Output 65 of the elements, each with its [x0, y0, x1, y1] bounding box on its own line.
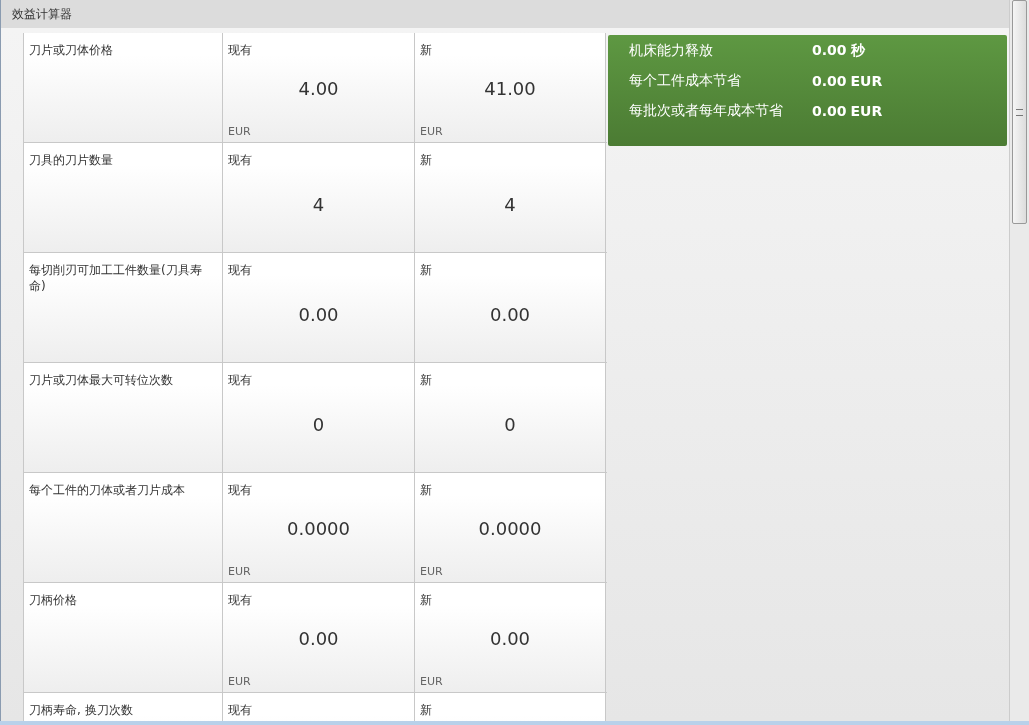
column-label: 新 — [420, 482, 433, 499]
value-text: 0.00 — [298, 627, 339, 649]
summary-value: 0.00 — [812, 42, 847, 58]
input-cell[interactable]: 新 4 — [415, 143, 606, 252]
input-cell[interactable]: 新 0 — [415, 363, 606, 472]
input-cell[interactable]: 现有 4 — [223, 143, 415, 252]
row-label: 每个工件的刀体或者刀片成本 — [24, 473, 223, 582]
unit-label: EUR — [420, 565, 444, 578]
input-cell[interactable]: 新 0.00 — [415, 253, 606, 362]
value-text: 4 — [312, 194, 325, 215]
value-text: 0.00 — [489, 627, 531, 649]
value-text: 4 — [504, 194, 516, 215]
input-cell[interactable]: 新 — [415, 693, 606, 721]
row-label: 刀柄寿命, 换刀次数 — [24, 693, 223, 721]
unit-label: EUR — [228, 675, 252, 688]
value-text: 0.0000 — [287, 517, 350, 539]
row-label: 刀具的刀片数量 — [24, 143, 223, 252]
row-label: 刀片或刀体最大可转位次数 — [24, 363, 223, 472]
input-cell[interactable]: 新 0.00 EUR — [415, 583, 606, 692]
column-label: 现有 — [228, 42, 253, 59]
scrollbar[interactable] — [1009, 0, 1029, 721]
value-text: 0 — [504, 414, 516, 435]
input-cell[interactable]: 现有 0.00 EUR — [223, 583, 415, 692]
row-label: 刀片或刀体价格 — [24, 33, 223, 142]
summary-value: 0.00 — [812, 73, 847, 89]
column-label: 现有 — [228, 262, 253, 279]
input-cell[interactable]: 新 41.00 EUR — [415, 33, 606, 142]
input-cell[interactable]: 现有 — [223, 693, 415, 721]
summary-label: 每批次或者每年成本节省 — [629, 102, 784, 120]
column-label: 现有 — [228, 702, 253, 719]
column-label: 现有 — [228, 592, 253, 609]
summary-value: 0.00 — [812, 103, 847, 119]
column-label: 现有 — [228, 152, 253, 169]
unit-label: EUR — [420, 125, 444, 138]
summary-label: 机床能力释放 — [629, 42, 714, 60]
column-label: 新 — [420, 152, 433, 169]
input-cell[interactable]: 新 0.0000 EUR — [415, 473, 606, 582]
summary-unit: EUR — [850, 73, 883, 89]
column-label: 新 — [420, 262, 433, 279]
value-text: 41.00 — [484, 77, 536, 99]
input-cell[interactable]: 现有 0.0000 EUR — [223, 473, 415, 582]
panel-title: 效益计算器 — [12, 5, 72, 23]
column-label: 新 — [420, 592, 433, 609]
column-label: 现有 — [228, 482, 253, 499]
input-cell[interactable]: 现有 4.00 EUR — [223, 33, 415, 142]
input-cell[interactable]: 现有 0.00 — [223, 253, 415, 362]
unit-label: EUR — [228, 125, 252, 138]
input-cell[interactable]: 现有 0 — [223, 363, 415, 472]
scrollbar-thumb[interactable] — [1012, 0, 1027, 224]
column-label: 新 — [420, 702, 433, 719]
row-label: 每切削刃可加工工件数量(刀具寿命) — [24, 253, 223, 362]
value-text: 0 — [312, 414, 325, 435]
unit-label: EUR — [420, 675, 444, 688]
column-label: 新 — [420, 42, 433, 59]
value-text: 0.00 — [298, 304, 339, 325]
value-text: 0.0000 — [478, 517, 542, 539]
summary-label: 每个工件成本节省 — [629, 72, 742, 90]
row-label: 刀柄价格 — [24, 583, 223, 692]
summary-unit: EUR — [850, 103, 883, 119]
value-text: 4.00 — [298, 77, 339, 99]
summary-unit: 秒 — [850, 42, 865, 58]
column-label: 新 — [420, 372, 433, 389]
value-text: 0.00 — [489, 304, 531, 325]
column-label: 现有 — [228, 372, 253, 389]
unit-label: EUR — [228, 565, 252, 578]
